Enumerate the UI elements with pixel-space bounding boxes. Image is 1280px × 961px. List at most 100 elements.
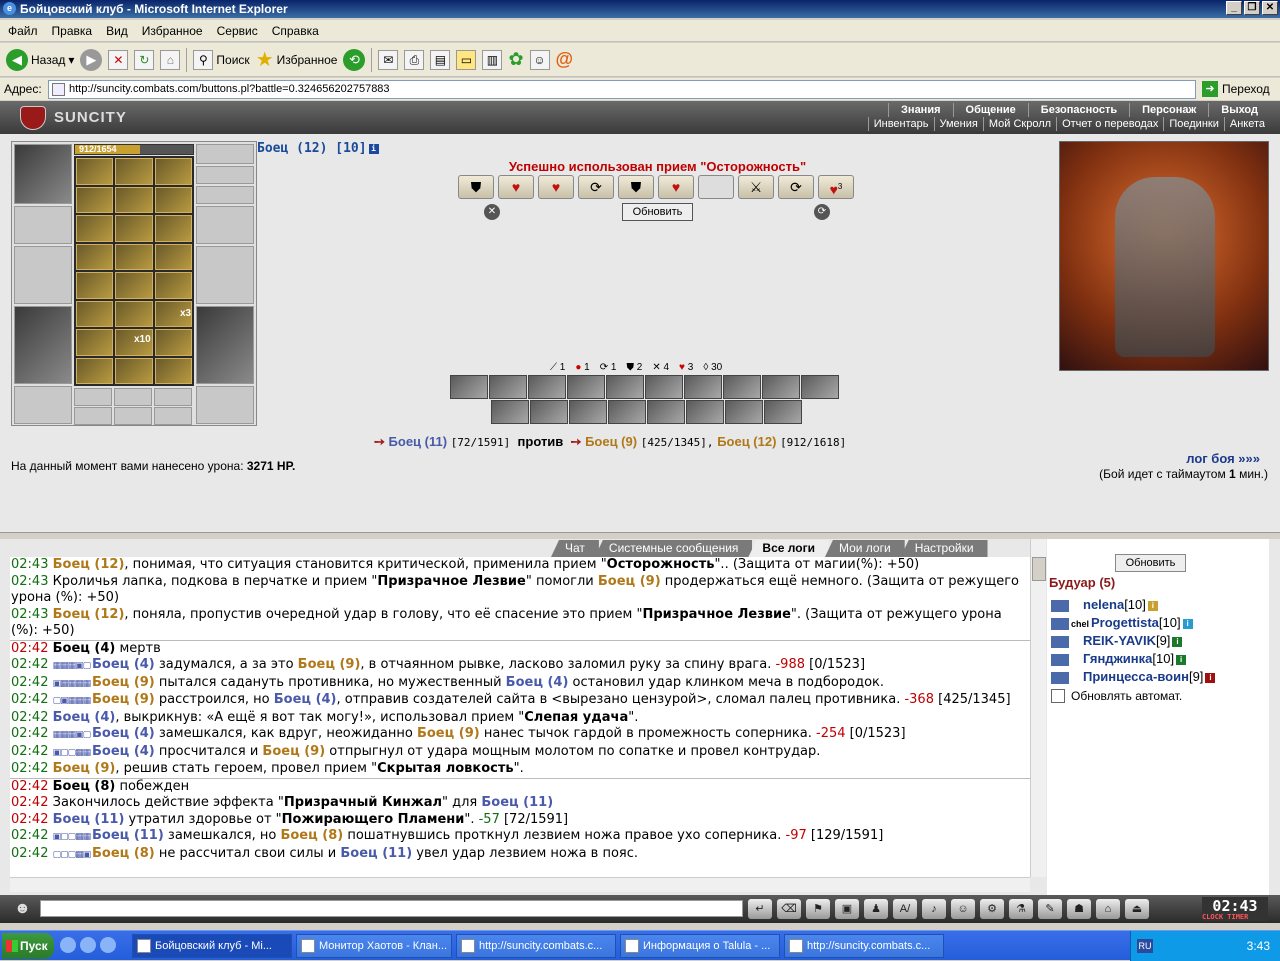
inventory-item[interactable] <box>115 300 153 327</box>
room-refresh-button[interactable]: Обновить <box>1115 554 1186 572</box>
quicklaunch-icon[interactable] <box>60 937 76 953</box>
user-item[interactable]: Принцесса-воин[9] i <box>1051 669 1216 684</box>
inventory-item[interactable] <box>154 329 192 356</box>
history-icon[interactable]: ⟲ <box>343 48 366 71</box>
forward-arrow-icon[interactable]: ▶ <box>80 48 103 71</box>
discuss-icon[interactable]: ▭ <box>456 49 477 70</box>
clear-icon[interactable]: ⌫ <box>777 899 801 919</box>
favorites-button[interactable]: ★ Избранное <box>256 47 338 72</box>
user-item[interactable]: nelena[10] i <box>1051 597 1158 612</box>
block-button[interactable] <box>686 400 724 424</box>
nav-profile[interactable]: Анкета <box>1223 117 1270 131</box>
refresh-icon[interactable]: ↻ <box>134 49 155 70</box>
nav-exit[interactable]: Выход <box>1208 103 1270 117</box>
boots-slot[interactable] <box>196 386 254 424</box>
strike-button[interactable] <box>762 375 800 399</box>
maximize-button[interactable]: ❐ <box>1244 1 1260 15</box>
smile-icon[interactable]: ☺ <box>951 899 975 919</box>
inventory-item[interactable] <box>154 186 192 213</box>
info-icon[interactable]: i <box>368 143 379 154</box>
tab-all-logs[interactable]: Все логи <box>748 540 829 557</box>
tab-settings[interactable]: Настройки <box>900 540 988 557</box>
chat-menu-icon[interactable]: ☻ <box>14 900 31 918</box>
leggings-slot[interactable] <box>196 306 254 384</box>
stop-icon[interactable]: ✕ <box>108 49 129 70</box>
frame-divider[interactable] <box>0 532 1280 539</box>
right-weapon-slot[interactable] <box>196 246 254 304</box>
pen-icon[interactable]: ✎ <box>1038 899 1062 919</box>
lock-icon[interactable]: ⌂ <box>1096 899 1120 919</box>
bottle-icon[interactable]: ⚗ <box>1009 899 1033 919</box>
block-button[interactable] <box>725 400 763 424</box>
trick-heart[interactable]: ♥ <box>538 175 574 199</box>
nav-character[interactable]: Персонаж <box>1129 103 1208 117</box>
earrings-slot[interactable] <box>196 144 254 164</box>
start-button[interactable]: Пуск <box>2 933 54 959</box>
inventory-item[interactable] <box>154 243 192 270</box>
inventory-item[interactable] <box>115 243 153 270</box>
left-weapon-slot[interactable] <box>14 246 72 304</box>
fighter-11[interactable]: Боец (11) <box>389 434 448 449</box>
user-item[interactable]: REIK-YAVIK[9] i <box>1051 633 1183 648</box>
strike-button[interactable] <box>450 375 488 399</box>
go-button[interactable]: ➜ Переход <box>1202 81 1270 97</box>
messenger-icon[interactable]: ☺ <box>529 49 550 70</box>
menu-edit[interactable]: Правка <box>52 24 93 38</box>
site-logo[interactable]: SUNCITY <box>14 104 144 132</box>
nav-inventory[interactable]: Инвентарь <box>867 117 934 131</box>
taskbar-item[interactable]: Информация о Talula - ... <box>620 934 780 958</box>
inventory-item[interactable] <box>115 357 153 384</box>
inventory-item[interactable] <box>115 186 153 213</box>
person-icon[interactable]: ☗ <box>1067 899 1091 919</box>
trick-counter[interactable]: ⟳ <box>578 175 614 199</box>
quicklaunch-icon[interactable] <box>80 937 96 953</box>
belt-slot[interactable] <box>14 386 72 424</box>
tab-chat[interactable]: Чат <box>551 540 599 557</box>
block-button[interactable] <box>647 400 685 424</box>
home-icon[interactable]: ⌂ <box>160 49 181 70</box>
trick-heart-counted[interactable]: ♥3 <box>818 175 854 199</box>
quicklaunch-icon[interactable] <box>100 937 116 953</box>
menu-tools[interactable]: Сервис <box>217 24 258 38</box>
user-item[interactable]: chel Progettista[10] i <box>1051 615 1193 630</box>
inventory-item[interactable] <box>115 215 153 242</box>
scroll-slot[interactable] <box>154 388 192 406</box>
inventory-item[interactable] <box>76 186 114 213</box>
character-name[interactable]: Боец (12) [10] i <box>257 141 379 156</box>
inventory-item[interactable] <box>115 272 153 299</box>
amulet-slot[interactable] <box>196 166 254 184</box>
sound-icon[interactable]: ♪ <box>922 899 946 919</box>
close-button[interactable]: ✕ <box>1262 1 1278 15</box>
menu-favorites[interactable]: Избранное <box>142 24 203 38</box>
nav-communication[interactable]: Общение <box>952 103 1028 117</box>
mail-icon[interactable]: ✉ <box>378 49 399 70</box>
strike-button[interactable] <box>723 375 761 399</box>
trick-counter[interactable]: ⟳ <box>778 175 814 199</box>
inventory-item[interactable] <box>154 215 192 242</box>
block-button[interactable] <box>491 400 529 424</box>
block-button[interactable] <box>608 400 646 424</box>
strike-button[interactable] <box>489 375 527 399</box>
chat-input[interactable] <box>40 900 743 917</box>
fighter-9[interactable]: Боец (9) <box>585 434 637 449</box>
minimize-button[interactable]: _ <box>1226 1 1242 15</box>
scroll-slot[interactable] <box>154 407 192 425</box>
taskbar-item[interactable]: http://suncity.combats.c... <box>456 934 616 958</box>
log-scrollbar[interactable] <box>1030 539 1046 877</box>
menu-view[interactable]: Вид <box>106 24 128 38</box>
counter-token-icon[interactable]: ⟳ <box>814 204 830 220</box>
taskbar-item[interactable]: http://suncity.combats.c... <box>784 934 944 958</box>
trick-block[interactable]: ⛊ <box>618 175 654 199</box>
bracers-slot[interactable] <box>14 206 72 244</box>
private-message-icon[interactable] <box>1051 617 1069 630</box>
scroll-slot[interactable] <box>114 388 152 406</box>
inventory-item[interactable] <box>154 272 192 299</box>
battle-log-link[interactable]: лог боя »»» <box>1186 451 1260 466</box>
at-sign-icon[interactable]: @ <box>556 49 574 70</box>
filter-icon[interactable]: ⚑ <box>806 899 830 919</box>
search-button[interactable]: ⚲ Поиск <box>193 49 250 70</box>
block-button[interactable] <box>764 400 802 424</box>
strike-button[interactable] <box>684 375 722 399</box>
trick-shield[interactable]: ⛊ <box>458 175 494 199</box>
strike-button[interactable] <box>645 375 683 399</box>
